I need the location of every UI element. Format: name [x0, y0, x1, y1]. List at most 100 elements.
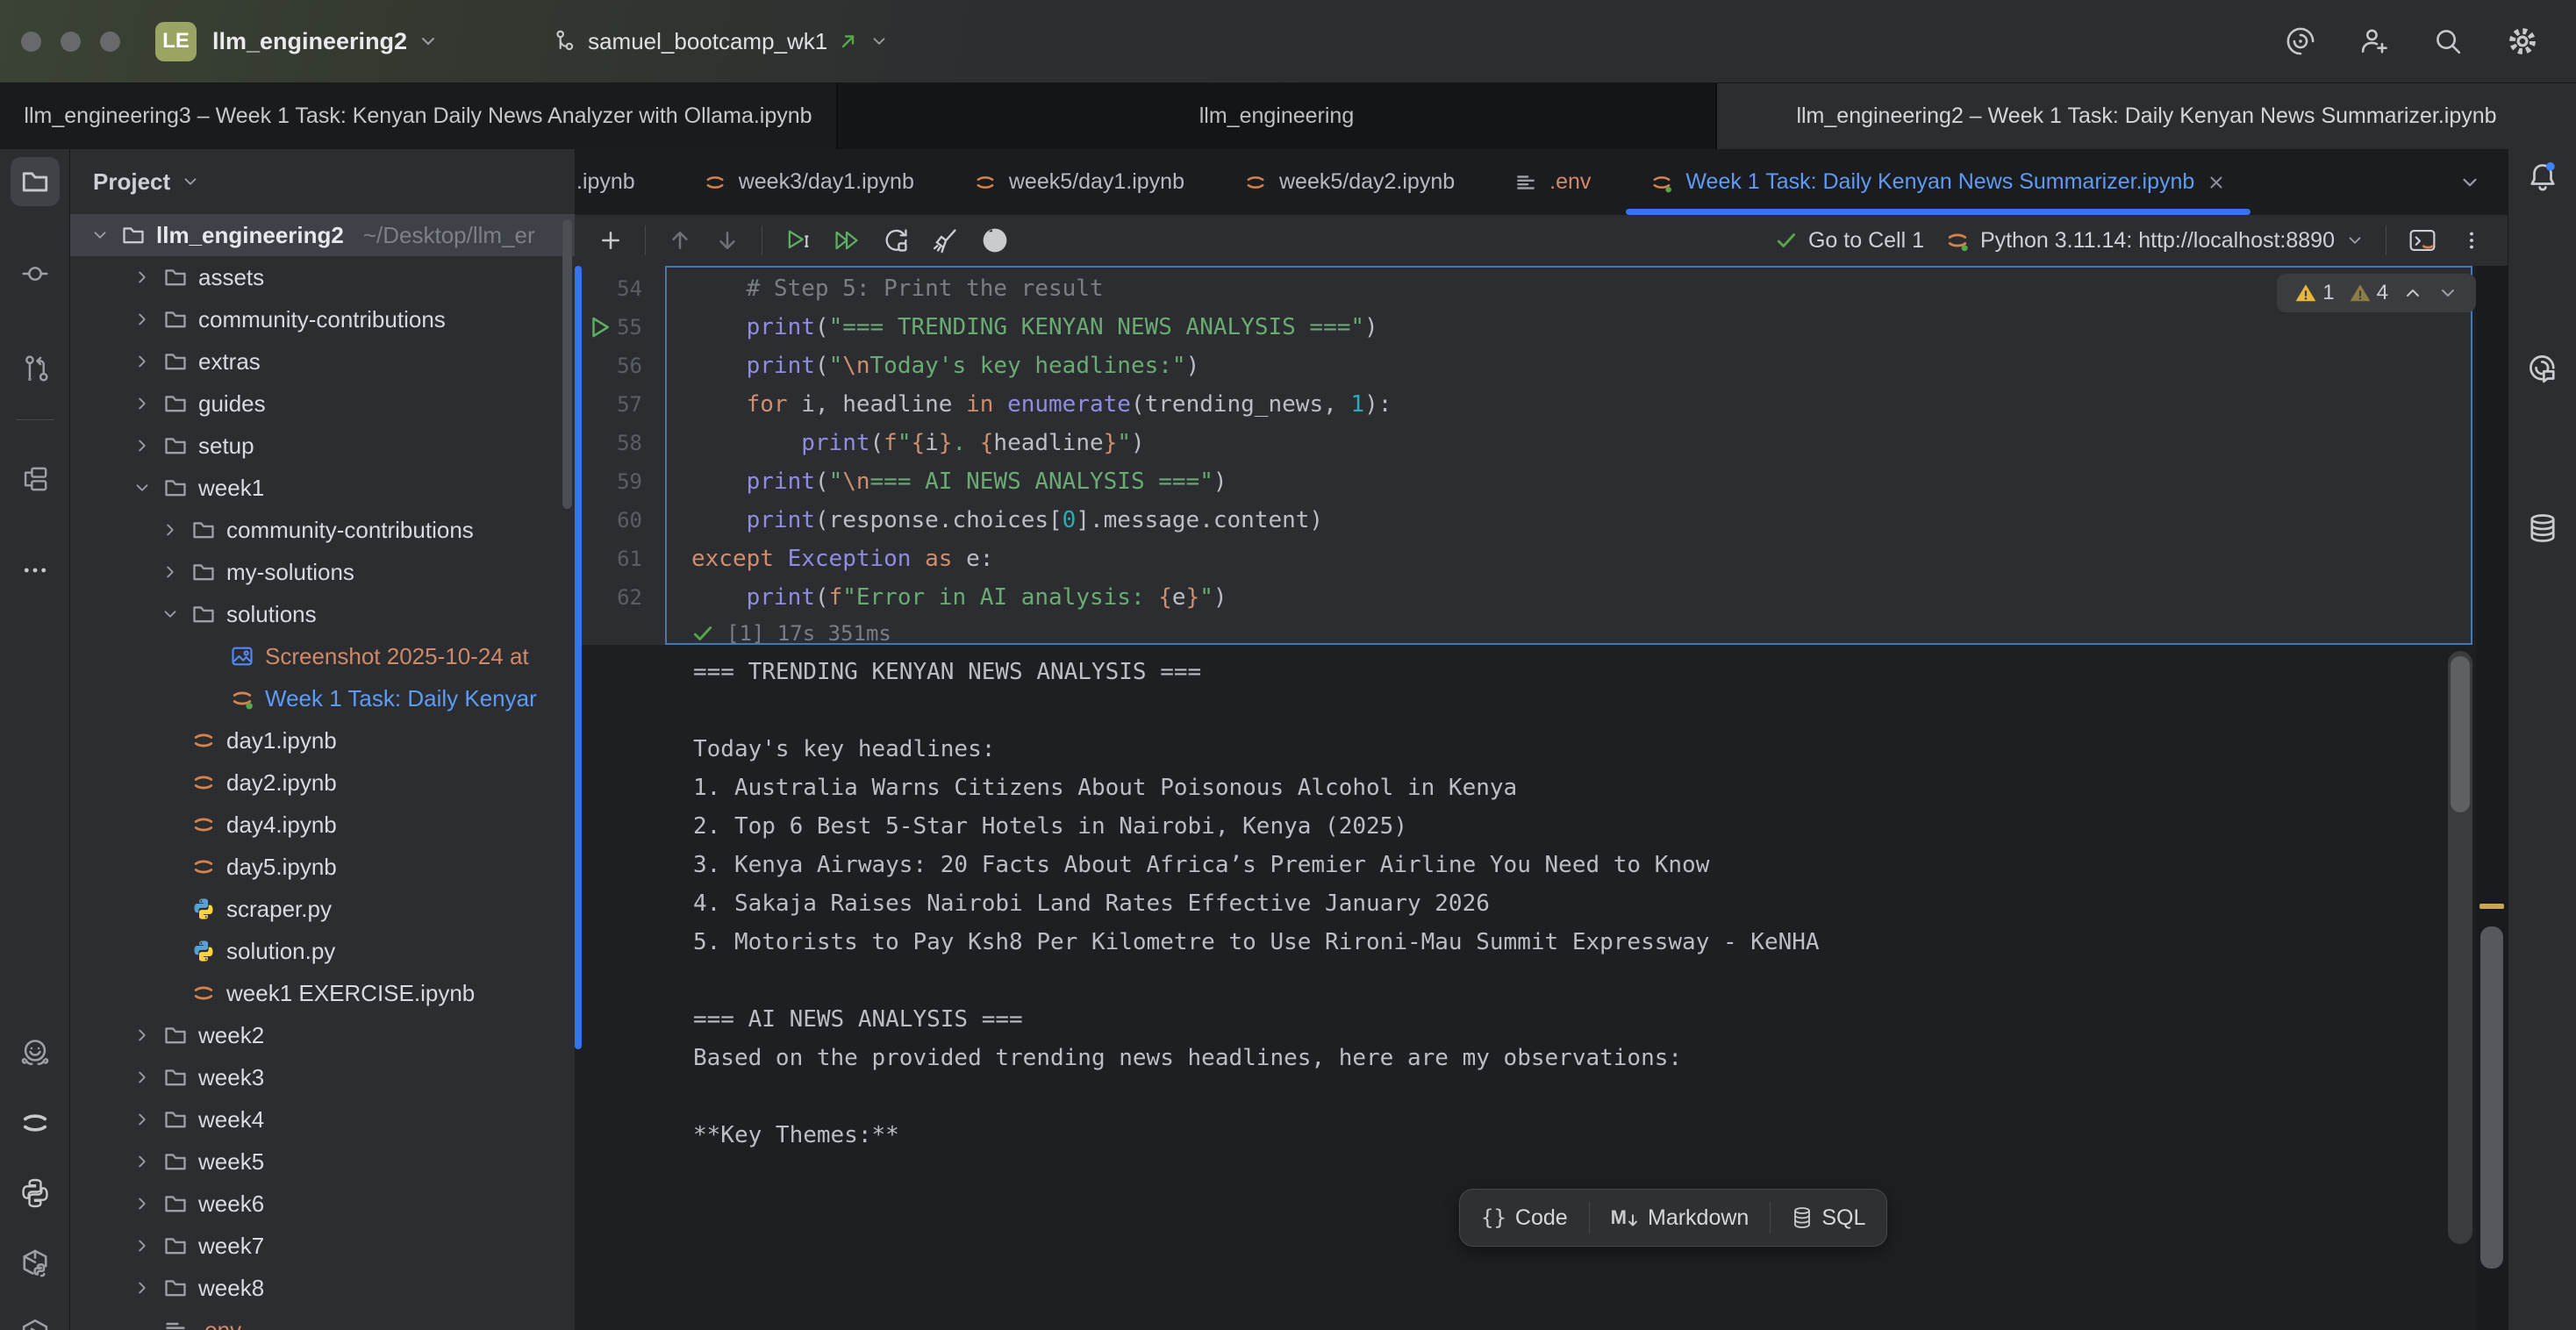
chevron-right-icon[interactable]	[130, 436, 154, 455]
search-icon[interactable]	[2432, 25, 2464, 57]
chevron-down-icon[interactable]	[418, 31, 439, 52]
tree-item-week3[interactable]: week3	[70, 1056, 575, 1098]
pull-requests-tool-button[interactable]	[11, 344, 60, 393]
tree-item-day2[interactable]: day2.ipynb	[70, 762, 575, 804]
chevron-right-icon[interactable]	[130, 1236, 154, 1255]
tree-item-week7[interactable]: week7	[70, 1225, 575, 1267]
editor-tab-clipped[interactable]: .ipynb	[575, 149, 648, 215]
tree-item-my-solutions[interactable]: my-solutions	[70, 551, 575, 593]
tree-item-week6[interactable]: week6	[70, 1183, 575, 1225]
chevron-right-icon[interactable]	[130, 1152, 154, 1171]
run-all-cells-button[interactable]	[833, 226, 861, 254]
window-controls[interactable]	[21, 32, 120, 52]
tree-item-community-contributions[interactable]: community-contributions	[70, 298, 575, 340]
tree-item-day4[interactable]: day4.ipynb	[70, 804, 575, 846]
tree-item-root[interactable]: llm_engineering2 ~/Desktop/llm_er	[70, 214, 575, 256]
python-packages-tool-button[interactable]	[11, 1239, 60, 1288]
close-tab-icon[interactable]	[2207, 173, 2226, 192]
run-cell-button[interactable]	[784, 226, 812, 254]
run-line-gutter-icon[interactable]	[587, 314, 613, 340]
editor-tab-week5-day2[interactable]: week5/day2.ipynb	[1214, 149, 1485, 215]
tree-item-setup[interactable]: setup	[70, 425, 575, 467]
window-minimize-button[interactable]	[61, 32, 81, 52]
add-code-cell-button[interactable]: {} Code	[1460, 1190, 1589, 1246]
code-with-me-icon[interactable]	[2358, 25, 2390, 57]
window-close-button[interactable]	[21, 32, 41, 52]
structure-tool-button[interactable]	[11, 454, 60, 504]
kernel-selector[interactable]: Python 3.11.14: http://localhost:8890	[1945, 228, 2365, 254]
editor-scroll-stripe[interactable]	[2476, 266, 2508, 1330]
chevron-right-icon[interactable]	[130, 268, 154, 287]
window-tab-llm-engineering3[interactable]: llm_engineering3 – Week 1 Task: Kenyan D…	[0, 83, 838, 149]
code-line[interactable]: 55 print("=== TRENDING KENYAN NEWS ANALY…	[575, 308, 2472, 347]
commit-tool-button[interactable]	[11, 249, 60, 298]
chevron-down-icon[interactable]	[869, 32, 889, 51]
editor-tab-week3-day1[interactable]: week3/day1.ipynb	[674, 149, 944, 215]
chevron-right-icon[interactable]	[158, 520, 182, 540]
tree-item-day5[interactable]: day5.ipynb	[70, 846, 575, 888]
code-line[interactable]: 58 print(f"{i}. {headline}")	[575, 424, 2472, 462]
project-name[interactable]: llm_engineering2	[212, 28, 407, 55]
tree-item-week4[interactable]: week4	[70, 1098, 575, 1141]
tree-item-env[interactable]: .env	[70, 1309, 575, 1330]
github-icon[interactable]	[980, 225, 1010, 255]
code-editor[interactable]: 54 # Step 5: Print the result 55 print("…	[575, 269, 2472, 617]
add-sql-cell-button[interactable]: SQL	[1771, 1190, 1886, 1246]
tree-item-week8[interactable]: week8	[70, 1267, 575, 1309]
chevron-down-icon[interactable]	[158, 604, 182, 624]
project-tool-button[interactable]	[11, 157, 60, 206]
chevron-right-icon[interactable]	[130, 310, 154, 329]
more-tools-button[interactable]	[11, 546, 60, 595]
chevron-down-icon[interactable]	[88, 225, 112, 245]
add-markdown-cell-button[interactable]: M Markdown	[1590, 1190, 1771, 1246]
move-cell-up-button[interactable]	[667, 227, 693, 254]
tree-item-day1[interactable]: day1.ipynb	[70, 719, 575, 762]
run-targets-tool-button[interactable]	[11, 1309, 60, 1330]
chevron-right-icon[interactable]	[130, 1278, 154, 1298]
tree-item-week1-community-contributions[interactable]: community-contributions	[70, 509, 575, 551]
jupyter-tool-button[interactable]	[11, 1098, 60, 1148]
code-line[interactable]: 56 print("\nToday's key headlines:")	[575, 347, 2472, 385]
chevron-right-icon[interactable]	[130, 1068, 154, 1087]
ai-assistant-chat-button[interactable]	[2518, 346, 2567, 395]
move-cell-down-button[interactable]	[714, 227, 741, 254]
settings-gear-icon[interactable]	[2506, 25, 2539, 58]
tree-item-screenshot[interactable]: Screenshot 2025-10-24 at	[70, 635, 575, 677]
editor-scrollbar-thumb[interactable]	[2480, 926, 2503, 1269]
editor-tab-env[interactable]: .env	[1485, 149, 1621, 215]
restart-kernel-button[interactable]	[882, 226, 910, 254]
code-line[interactable]: 62 print(f"Error in AI analysis: {e}")	[575, 578, 2472, 617]
editor-tab-week1-task-active[interactable]: Week 1 Task: Daily Kenyan News Summarize…	[1621, 149, 2256, 215]
weak-warning-badge[interactable]: 4	[2349, 281, 2388, 305]
project-scrollbar-thumb[interactable]	[562, 219, 572, 509]
tab-list-chevron-icon[interactable]	[2458, 171, 2481, 194]
add-cell-button[interactable]	[597, 227, 624, 254]
chevron-right-icon[interactable]	[158, 562, 182, 582]
tree-item-guides[interactable]: guides	[70, 383, 575, 425]
tree-item-week5[interactable]: week5	[70, 1141, 575, 1183]
warning-stripe-mark[interactable]	[2479, 904, 2504, 909]
python-tool-button[interactable]	[11, 1169, 60, 1218]
chevron-right-icon[interactable]	[130, 394, 154, 413]
code-line[interactable]: 54 # Step 5: Print the result	[575, 269, 2472, 308]
notifications-bell-button[interactable]	[2518, 153, 2567, 202]
editor-tab-week5-day1[interactable]: week5/day1.ipynb	[944, 149, 1214, 215]
window-tab-llm-engineering[interactable]: llm_engineering	[838, 83, 1715, 149]
jupyter-console-button[interactable]	[2408, 225, 2437, 255]
tree-item-week1[interactable]: week1	[70, 467, 575, 509]
tree-item-week2[interactable]: week2	[70, 1014, 575, 1056]
code-line[interactable]: 60 print(response.choices[0].message.con…	[575, 501, 2472, 540]
tree-item-extras[interactable]: extras	[70, 340, 575, 383]
chevron-right-icon[interactable]	[130, 1110, 154, 1129]
code-line[interactable]: 59 print("\n=== AI NEWS ANALYSIS ===")	[575, 462, 2472, 501]
chevron-down-icon[interactable]	[130, 478, 154, 497]
window-tab-llm-engineering2[interactable]: llm_engineering2 – Week 1 Task: Daily Ke…	[1715, 83, 2576, 149]
tree-item-week1-exercise[interactable]: week1 EXERCISE.ipynb	[70, 972, 575, 1014]
prev-problem-icon[interactable]	[2402, 282, 2423, 304]
database-tool-button[interactable]	[2518, 504, 2567, 553]
huggingface-tool-button[interactable]	[11, 1028, 60, 1077]
goto-cell-button[interactable]: Go to Cell 1	[1775, 228, 1924, 254]
branch-widget[interactable]: samuel_bootcamp_wk1	[551, 28, 889, 55]
code-line[interactable]: 61except Exception as e:	[575, 540, 2472, 578]
ai-assistant-icon[interactable]	[2285, 25, 2316, 57]
